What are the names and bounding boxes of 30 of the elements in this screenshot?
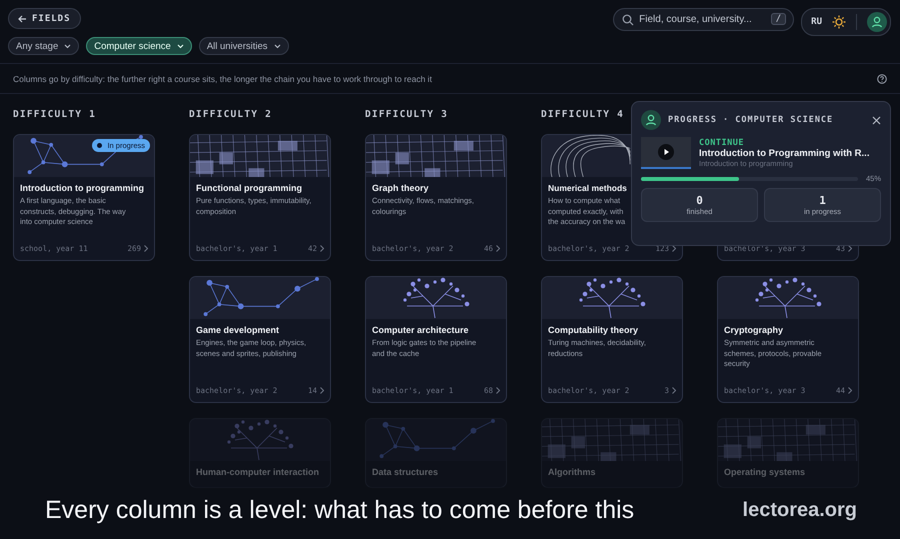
course-title: Numerical methods bbox=[548, 183, 628, 193]
filter-dropdown[interactable]: Any stage bbox=[8, 37, 80, 55]
course-title: Graph theory bbox=[372, 183, 430, 193]
site-name: lectorea.org bbox=[742, 498, 857, 522]
panel-title: PROGRESS · COMPUTER SCIENCE bbox=[668, 115, 834, 125]
stat-value: 0 bbox=[696, 194, 703, 207]
course-title: Computer architecture bbox=[372, 325, 470, 335]
language-button[interactable]: RU bbox=[811, 17, 822, 27]
course-title: Game development bbox=[196, 325, 280, 335]
filter-dropdown[interactable]: Computer science bbox=[86, 37, 192, 55]
shortcut-key: / bbox=[770, 13, 786, 25]
back-button[interactable]: FIELDS bbox=[8, 8, 81, 29]
course-title: Cryptography bbox=[724, 325, 784, 335]
column-heading: DIFFICULTY 1 bbox=[13, 109, 96, 121]
video-title[interactable]: Introduction to Programming with R... bbox=[699, 148, 870, 159]
hint-text: Columns go by difficulty: the further right a course sits, the longer the chain you have to work through to reach it bbox=[13, 74, 432, 84]
course-title: Operating systems bbox=[724, 467, 806, 477]
caption-text: Every column is a level: what has to come before this bbox=[45, 496, 634, 524]
course-title: Computability theory bbox=[548, 325, 640, 335]
column-heading: DIFFICULTY 4 bbox=[541, 109, 624, 121]
column-heading: DIFFICULTY 2 bbox=[189, 109, 272, 121]
column-heading: DIFFICULTY 3 bbox=[365, 109, 448, 121]
course-title: Introduction to programming bbox=[20, 183, 145, 193]
course-title: Algorithms bbox=[548, 467, 597, 477]
stat-value: 1 bbox=[819, 194, 826, 207]
course-title: Data structures bbox=[372, 467, 440, 477]
continue-label: CONTINUE bbox=[699, 138, 745, 148]
course-title: Functional programming bbox=[196, 183, 304, 193]
filter-dropdown[interactable]: All universities bbox=[198, 37, 289, 55]
course-title: Human-computer interaction bbox=[196, 467, 320, 477]
